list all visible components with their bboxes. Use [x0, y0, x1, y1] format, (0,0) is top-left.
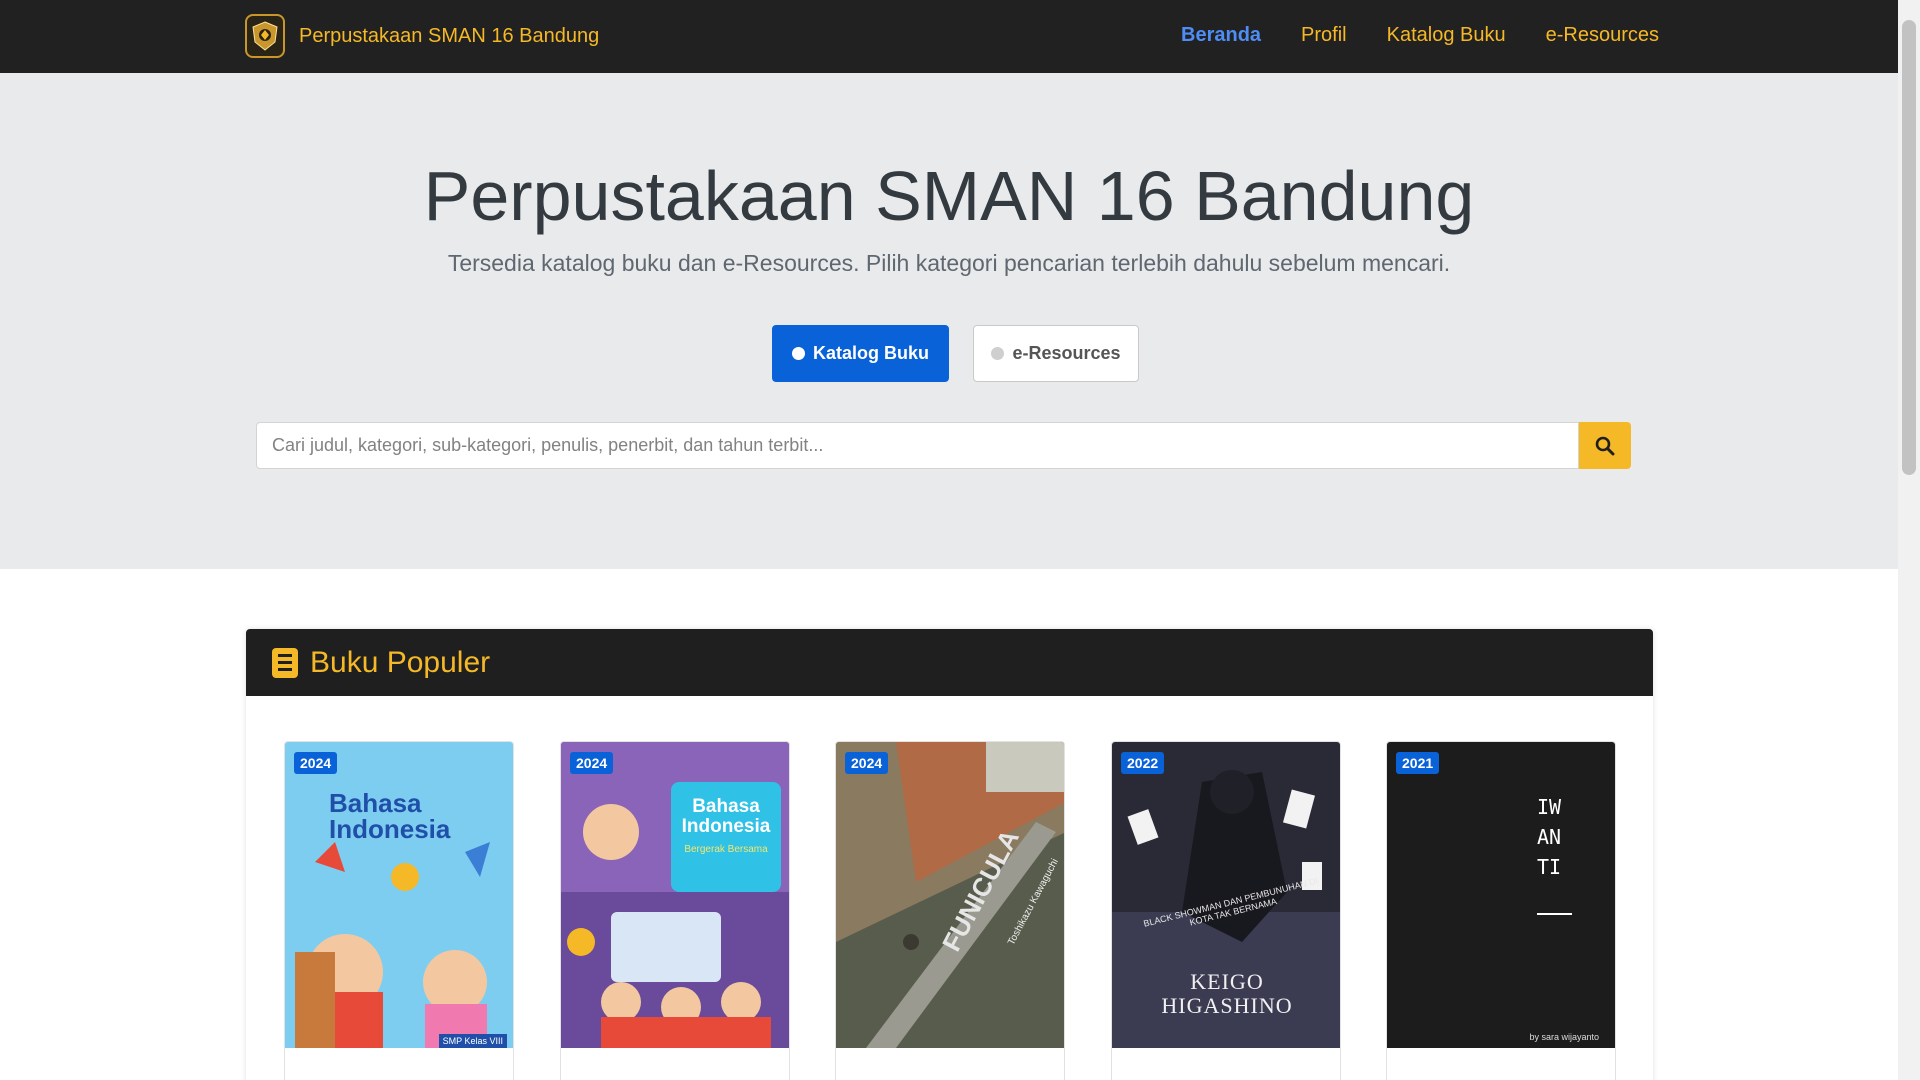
cover-subtitle: SMP Kelas VIII	[438, 1034, 507, 1048]
brand-name: Perpustakaan SMAN 16 Bandung	[299, 24, 600, 47]
main-nav: Beranda Profil Katalog Buku e-Resources	[1181, 24, 1659, 47]
radio-selected-icon	[791, 347, 805, 360]
popular-books-title: Buku Populer	[310, 645, 491, 679]
year-badge: 2022	[1121, 752, 1165, 774]
hero-section: Perpustakaan SMAN 16 Bandung Tersedia ka…	[0, 73, 1898, 569]
nav-katalog-buku[interactable]: Katalog Buku	[1387, 24, 1506, 47]
cover-subtitle: by sara wijayanto	[1529, 1032, 1599, 1042]
search-input[interactable]: Cari judul, kategori, sub-kategori, penu…	[256, 422, 1579, 469]
katalog-buku-label: Katalog Buku	[812, 343, 929, 363]
e-resources-toggle-button[interactable]: e-Resources	[973, 325, 1139, 382]
hero-subtitle: Tersedia katalog buku dan e-Resources. P…	[447, 250, 1451, 276]
book-card[interactable]: IWANTI by sara wijayanto 2021	[1386, 741, 1616, 1080]
search-icon	[1595, 436, 1615, 455]
nav-profil[interactable]: Profil	[1301, 24, 1347, 47]
book-card[interactable]: Bahasa Indonesia SMP Kelas VIII 2024	[284, 741, 514, 1080]
popular-books-panel: Buku Populer Bahasa Indonesia SMP Kelas …	[246, 629, 1653, 1080]
book-card[interactable]: BLACK SHOWMAN DAN PEMBUNUHAN DI KOTA TAK…	[1111, 741, 1341, 1080]
year-badge: 2024	[845, 752, 889, 774]
scrollbar-thumb[interactable]	[1902, 20, 1916, 475]
e-resources-label: e-Resources	[1012, 343, 1121, 363]
cover-title: KEIGO HIGASHINO	[1161, 969, 1293, 1018]
brand-link[interactable]: Perpustakaan SMAN 16 Bandung	[245, 14, 599, 58]
year-badge: 2021	[1396, 752, 1440, 774]
book-cover: IWANTI by sara wijayanto 2021	[1387, 742, 1615, 1048]
year-badge: 2024	[294, 752, 338, 774]
top-navbar: Perpustakaan SMAN 16 Bandung Beranda Pro…	[0, 0, 1898, 73]
search-button[interactable]	[1579, 422, 1631, 469]
book-icon	[272, 647, 298, 678]
book-cover: BLACK SHOWMAN DAN PEMBUNUHAN DI KOTA TAK…	[1112, 742, 1340, 1048]
cover-title: Bahasa Indonesia	[329, 788, 451, 844]
hero-title: Perpustakaan SMAN 16 Bandung	[423, 157, 1475, 235]
book-cover: Bahasa Indonesia Bergerak Bersama 2024	[561, 742, 789, 1048]
cover-title: Bahasa Indonesia	[681, 796, 771, 837]
nav-e-resources[interactable]: e-Resources	[1546, 24, 1659, 47]
book-cover: Bahasa Indonesia SMP Kelas VIII 2024	[285, 742, 513, 1048]
book-card[interactable]: Bahasa Indonesia Bergerak Bersama 2024	[560, 741, 790, 1080]
nav-beranda[interactable]: Beranda	[1181, 24, 1261, 47]
cover-title: IWANTI	[1537, 795, 1562, 879]
popular-books-header: Buku Populer	[246, 629, 1653, 696]
page-scrollbar[interactable]	[1898, 0, 1920, 1080]
school-emblem-icon	[245, 14, 285, 58]
radio-unselected-icon	[991, 347, 1005, 360]
cover-subtitle: Bergerak Bersama	[684, 844, 768, 855]
katalog-buku-toggle-button[interactable]: Katalog Buku	[772, 325, 949, 382]
book-card[interactable]: FUNICULA Toshikazu Kawaguchi 2024	[835, 741, 1065, 1080]
book-cover: FUNICULA Toshikazu Kawaguchi 2024	[836, 742, 1064, 1048]
year-badge: 2024	[570, 752, 614, 774]
